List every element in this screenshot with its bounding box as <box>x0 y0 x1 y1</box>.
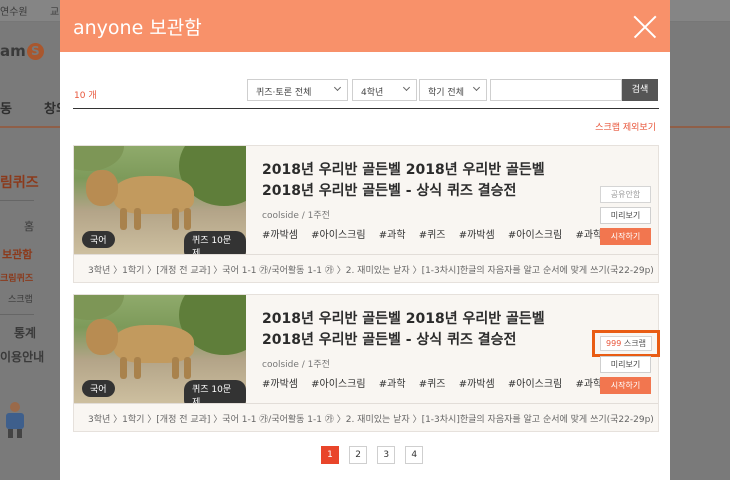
quiz-tag[interactable]: #아이스크림 <box>311 230 365 241</box>
quiz-tag[interactable]: #과학 <box>575 379 602 390</box>
quiz-tag[interactable]: #아이스크림 <box>508 379 562 390</box>
close-icon[interactable] <box>634 16 656 38</box>
quiz-thumbnail[interactable]: 국어 퀴즈 10문제 <box>74 295 246 403</box>
quiz-tag[interactable]: #까박셈 <box>262 230 298 241</box>
search-input[interactable] <box>490 79 622 101</box>
quiz-tag[interactable]: #과학 <box>379 230 406 241</box>
preview-button[interactable]: 미리보기 <box>600 207 651 224</box>
quiz-tag[interactable]: #퀴즈 <box>419 379 446 390</box>
scrap-count: 999 <box>606 339 622 348</box>
scrap-highlight-box: 999 스크랩 <box>592 330 660 357</box>
quiz-card: 국어 퀴즈 10문제 2018년 우리반 골든벨 2018년 우리반 골든벨 2… <box>73 294 660 432</box>
background-logo-text: am <box>0 42 26 60</box>
quiz-tags: #까박셈 #아이스크림 #과학 #퀴즈 #까박셈 #아이스크림 #과학 … <box>262 375 635 390</box>
quiz-title[interactable]: 2018년 우리반 골든벨 2018년 우리반 골든벨 2018년 우리반 골든… <box>262 309 582 351</box>
quiz-card: 국어 퀴즈 10문제 2018년 우리반 골든벨 2018년 우리반 골든벨 2… <box>73 145 659 283</box>
quiz-tag[interactable]: #아이스크림 <box>508 230 562 241</box>
search-button[interactable]: 검색 <box>622 79 658 101</box>
filter-grade-select[interactable]: 4학년 <box>352 79 417 101</box>
quiz-count-badge: 퀴즈 10문제 <box>184 231 246 254</box>
card-divider <box>74 254 658 255</box>
quiz-meta: coolside / 1주전 <box>262 360 330 370</box>
background-top-item: 연수원 <box>0 7 28 18</box>
filter-grade-value: 4학년 <box>361 88 384 98</box>
subject-badge: 국어 <box>82 380 115 397</box>
scrap-label: 스크랩 <box>623 339 646 348</box>
filter-semester-value: 학기 전체 <box>428 88 464 98</box>
page-button-1[interactable]: 1 <box>321 446 339 464</box>
scrap-count-button[interactable]: 999 스크랩 <box>600 336 652 351</box>
background-side-storage: 보관함 <box>2 248 33 261</box>
background-side-heading: 림퀴즈 <box>0 175 39 191</box>
quiz-tags: #까박셈 #아이스크림 #과학 #퀴즈 #까박셈 #아이스크림 #과학 … <box>262 226 635 241</box>
background-nav-item: 동 <box>0 102 12 117</box>
card-divider <box>74 403 658 404</box>
quiz-tag[interactable]: #과학 <box>379 379 406 390</box>
quiz-thumbnail[interactable]: 국어 퀴즈 10문제 <box>74 146 246 254</box>
share-button[interactable]: 공유안함 <box>600 186 651 203</box>
modal-header: anyone 보관함 <box>60 0 670 52</box>
start-button[interactable]: 시작하기 <box>600 377 651 394</box>
quiz-tag[interactable]: #까박셈 <box>459 379 495 390</box>
scrap-exclude-link[interactable]: 스크랩 제외보기 <box>595 120 656 133</box>
quiz-count-badge: 퀴즈 10문제 <box>184 380 246 403</box>
background-side-scrap: 스크랩 <box>8 295 33 305</box>
page-button-3[interactable]: 3 <box>377 446 396 464</box>
quiz-tag[interactable]: #퀴즈 <box>419 230 446 241</box>
chevron-down-icon <box>333 83 342 92</box>
quiz-card-body: 국어 퀴즈 10문제 2018년 우리반 골든벨 2018년 우리반 골든벨 2… <box>74 146 658 254</box>
quiz-title[interactable]: 2018년 우리반 골든벨 2018년 우리반 골든벨 2018년 우리반 골든… <box>262 160 582 202</box>
background-logo-badge: S <box>26 43 44 60</box>
curriculum-path: 3학년 〉1학기 〉[개정 전 교과] 〉국어 1-1 ㉮/국어활동 1-1 ㉮… <box>88 266 654 276</box>
item-count: 10 개 <box>74 91 97 101</box>
quiz-tag[interactable]: #까박셈 <box>459 230 495 241</box>
background-side-divider <box>0 314 34 315</box>
background-top-item: 교 <box>50 7 60 18</box>
background-side-divider <box>0 200 34 201</box>
background-logo: am S <box>0 42 44 60</box>
background-character-illustration <box>2 402 28 438</box>
filter-type-value: 퀴즈·토론 전체 <box>256 88 312 98</box>
background-side-stats: 통계 <box>14 326 37 340</box>
quiz-meta: coolside / 1주전 <box>262 211 330 221</box>
chevron-down-icon <box>402 83 411 92</box>
preview-button[interactable]: 미리보기 <box>600 356 651 373</box>
background-side-guide: 이용안내 <box>0 350 45 364</box>
quiz-tag[interactable]: #과학 <box>575 230 602 241</box>
page-button-2[interactable]: 2 <box>349 446 368 464</box>
chevron-down-icon <box>472 83 481 92</box>
modal-title: anyone 보관함 <box>73 17 202 39</box>
storage-modal: anyone 보관함 10 개 퀴즈·토론 전체 4학년 학기 전체 검색 스크… <box>60 0 670 480</box>
quiz-tag[interactable]: #아이스크림 <box>311 379 365 390</box>
background-side-home: 홈 <box>24 220 35 233</box>
subject-badge: 국어 <box>82 231 115 248</box>
header-divider <box>73 108 659 109</box>
start-button[interactable]: 시작하기 <box>600 228 651 245</box>
filter-type-select[interactable]: 퀴즈·토론 전체 <box>247 79 348 101</box>
quiz-card-body: 국어 퀴즈 10문제 2018년 우리반 골든벨 2018년 우리반 골든벨 2… <box>74 295 660 403</box>
quiz-tag[interactable]: #까박셈 <box>262 379 298 390</box>
page-button-4[interactable]: 4 <box>405 446 424 464</box>
curriculum-path: 3학년 〉1학기 〉[개정 전 교과] 〉국어 1-1 ㉮/국어활동 1-1 ㉮… <box>88 415 654 425</box>
pagination: 1 2 3 4 <box>321 446 428 465</box>
background-side-myquiz: 크림퀴즈 <box>0 274 34 284</box>
filter-semester-select[interactable]: 학기 전체 <box>419 79 487 101</box>
